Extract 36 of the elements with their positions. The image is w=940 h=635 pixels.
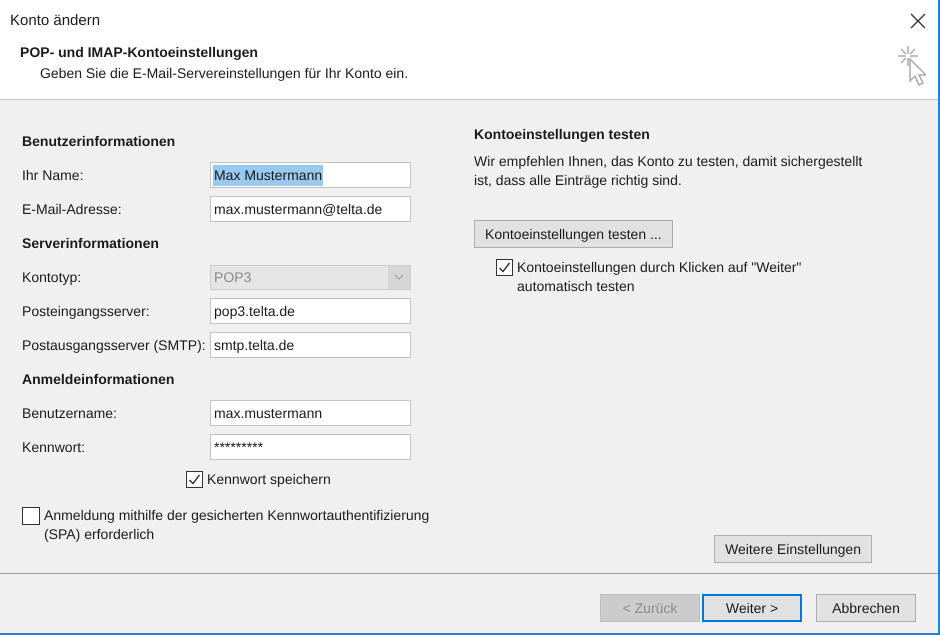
field-label: Kontotyp: (22, 268, 82, 287)
field-label: E-Mail-Adresse: (22, 200, 123, 218)
field-label: Benutzername: (22, 404, 118, 422)
field-label: Postausgangsserver (SMTP): (22, 336, 207, 355)
dialog-button[interactable]: Weiter > (702, 594, 802, 622)
section-heading: Serverinformationen (22, 234, 160, 252)
input-field[interactable]: Max Mustermann (210, 162, 411, 188)
field-label: Posteingangsserver: (22, 302, 151, 321)
section-heading: Anmeldeinformationen (22, 370, 176, 388)
dialog-button[interactable]: Abbrechen (816, 594, 916, 622)
more-settings-button[interactable]: Weitere Einstellungen (714, 535, 872, 563)
page-heading: POP- und IMAP-Kontoeinstellungen (20, 42, 259, 62)
checkbox[interactable] (186, 470, 203, 488)
input-field[interactable]: smtp.telta.de (210, 332, 411, 358)
cursor-sparkle-icon (896, 44, 926, 88)
checkbox-label: Anmeldung mithilfe der gesicherten Kennwortauthentifizierung (SPA) erforderlich (44, 506, 430, 544)
password-field[interactable]: ********* (210, 434, 411, 460)
checkbox-label: Kennwort speichern (207, 470, 331, 489)
checkmark-icon (498, 261, 511, 274)
close-icon[interactable] (910, 13, 926, 29)
checkmark-icon (188, 472, 201, 486)
chevron-down-icon (394, 274, 404, 280)
section-heading: Kontoeinstellungen testen (474, 125, 651, 144)
checkbox[interactable] (496, 259, 513, 276)
page-description: Geben Sie die E-Mail-Servereinstellungen für Ihr Konto ein. (39, 64, 410, 83)
input-field[interactable]: max.mustermann (210, 400, 411, 426)
window-title: Konto ändern (10, 11, 100, 31)
field-label: Ihr Name: (22, 166, 84, 184)
checkbox-label: Kontoeinstellungen durch Klicken auf "Weiter" automatisch testen (517, 258, 802, 296)
test-description: Wir empfehlen Ihnen, das Konto zu testen, damit sichergestellt ist, dass alle Einträge richtig sind. (474, 152, 864, 190)
checkbox[interactable] (22, 507, 40, 525)
field-label: Kennwort: (22, 438, 86, 456)
input-field[interactable]: max.mustermann@telta.de (210, 196, 411, 222)
test-settings-button[interactable]: Kontoeinstellungen testen ... (474, 220, 673, 248)
section-heading: Benutzerinformationen (22, 132, 176, 150)
input-field[interactable]: pop3.telta.de (210, 298, 411, 324)
